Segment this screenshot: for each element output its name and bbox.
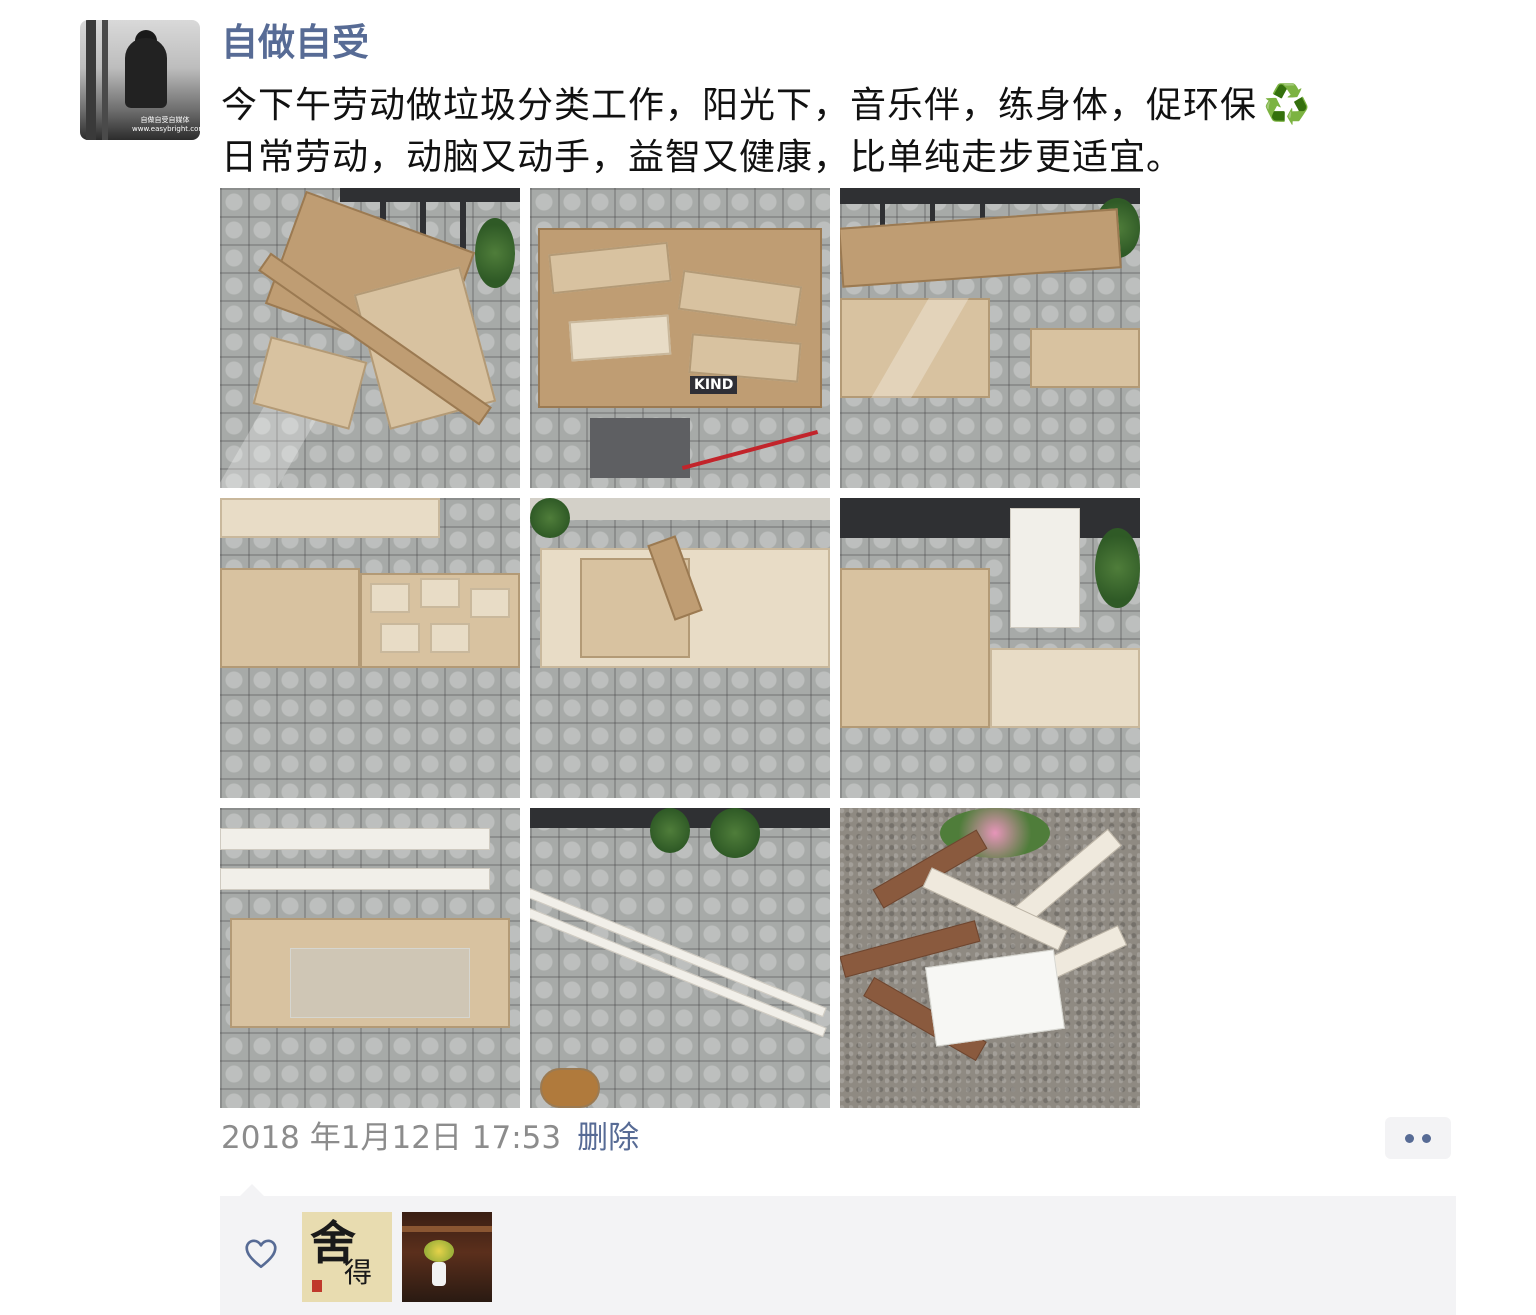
potted-plant	[475, 218, 515, 288]
recycle-icon: ♻️	[1263, 82, 1312, 126]
cardboard-box	[1030, 328, 1140, 388]
railing	[840, 188, 1140, 204]
liker-avatar-2[interactable]	[402, 1212, 492, 1302]
heart-outline-icon	[245, 1239, 277, 1269]
railing	[340, 188, 520, 202]
flat-board	[220, 498, 440, 538]
photo-9[interactable]	[840, 808, 1140, 1108]
photo-8[interactable]	[530, 808, 830, 1108]
likes-arrow	[240, 1184, 264, 1196]
photo-7[interactable]	[220, 808, 520, 1108]
potted-plant	[1095, 528, 1140, 608]
railing	[840, 498, 1140, 538]
wicker-chair	[540, 1068, 600, 1108]
flower-arrangement	[424, 1240, 454, 1262]
avatar-watermark-line2: www.easybright.com	[132, 125, 200, 133]
delete-link[interactable]: 删除	[577, 1120, 639, 1156]
potted-plant	[650, 808, 690, 853]
photo-4[interactable]	[220, 498, 520, 798]
timestamp: 2018 年1月12日 17:53	[221, 1120, 562, 1156]
open-box	[220, 568, 360, 668]
cardboard-piece	[568, 314, 672, 362]
moments-post: 自做自受自媒体 www.easybright.com 自做自受 今下午劳动做垃圾…	[0, 0, 1536, 1315]
photo-grid: KIND	[220, 188, 1140, 1108]
content-line-1: 今下午劳动做垃圾分类工作，阳光下，音乐伴，练身体，促环保 ♻️	[221, 78, 1461, 132]
post-content: 今下午劳动做垃圾分类工作，阳光下，音乐伴，练身体，促环保 ♻️ 日常劳动，动脑又动…	[221, 78, 1461, 184]
photo-5[interactable]	[530, 498, 830, 798]
user-avatar[interactable]: 自做自受自媒体 www.easybright.com	[80, 20, 200, 140]
white-vase	[432, 1262, 446, 1286]
kind-label: KIND	[690, 376, 738, 394]
liker-avatar-1[interactable]: 舍 得	[302, 1212, 392, 1302]
photo-2[interactable]: KIND	[530, 188, 830, 488]
cardboard-piece	[430, 623, 470, 653]
avatar-figure	[125, 38, 167, 108]
post-meta: 2018 年1月12日 17:53 删除	[221, 1116, 639, 1160]
cardboard-piece	[470, 588, 510, 618]
calligraphy-sub: 得	[344, 1256, 373, 1289]
white-board	[220, 868, 490, 890]
red-seal	[312, 1280, 322, 1292]
foam-block	[1010, 508, 1080, 628]
more-dots-icon	[1405, 1133, 1414, 1143]
content-line-2: 日常劳动，动脑又动手，益智又健康，比单纯走步更适宜。	[221, 137, 1184, 178]
cardboard-piece	[380, 623, 420, 653]
stacked-slabs	[590, 418, 690, 478]
content-line-1-text: 今下午劳动做垃圾分类工作，阳光下，音乐伴，练身体，促环保	[221, 85, 1258, 126]
more-dots-icon	[1422, 1133, 1431, 1143]
white-board	[220, 828, 490, 850]
cardboard-roll	[840, 568, 990, 728]
potted-plant	[530, 498, 570, 538]
avatar-watermark-line1: 自做自受自媒体	[140, 116, 190, 124]
avatar-rail	[86, 20, 96, 140]
photo-6[interactable]	[840, 498, 1140, 798]
cardboard-piece	[370, 583, 410, 613]
cardboard-piece	[420, 578, 460, 608]
username[interactable]: 自做自受	[221, 18, 369, 68]
cardboard-box	[990, 648, 1140, 728]
photo-1[interactable]	[220, 188, 520, 488]
ledge	[530, 498, 830, 520]
potted-plant	[710, 808, 760, 858]
avatar-watermark: 自做自受自媒体 www.easybright.com	[132, 116, 200, 134]
shelf	[402, 1226, 492, 1232]
photo-3[interactable]	[840, 188, 1140, 488]
packaging-bags	[290, 948, 470, 1018]
more-button[interactable]	[1385, 1117, 1451, 1159]
avatar-rail	[102, 20, 108, 140]
